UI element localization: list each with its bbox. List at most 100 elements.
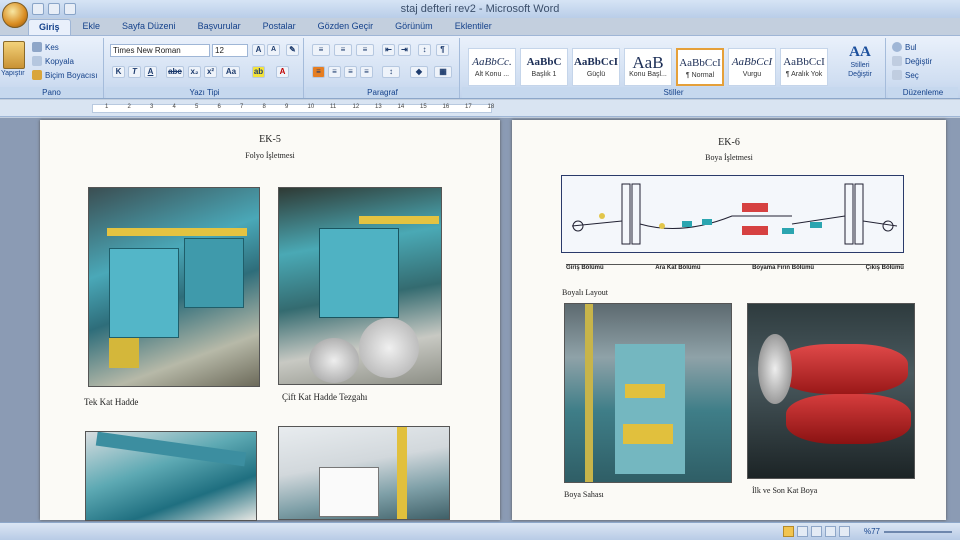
tab-addins[interactable]: Eklentiler (445, 19, 502, 35)
style-emphasis[interactable]: AaBbCcI Vurgu (728, 48, 776, 86)
caption-paint-coils: İlk ve Son Kat Boya (752, 486, 818, 495)
shrink-font-icon[interactable]: A (267, 44, 280, 56)
replace-label: Değiştir (905, 56, 933, 66)
ruler-number: 11 (330, 104, 337, 110)
photo-mill-bottom-left (85, 431, 257, 521)
office-button[interactable] (2, 2, 28, 28)
font-size-field[interactable]: 12 (212, 44, 248, 57)
increase-indent-icon[interactable]: ⇥ (398, 44, 411, 56)
page-left[interactable]: EK-5 Folyo İşletmesi Tek Kat Hadde Çift … (40, 120, 500, 521)
paste-icon[interactable] (3, 41, 25, 69)
justify-icon[interactable]: ≡ (360, 66, 373, 78)
ruler-number: 10 (307, 104, 315, 110)
window-title: staj defteri rev2 - Microsoft Word (400, 3, 560, 15)
brush-icon (32, 70, 42, 80)
tab-references[interactable]: Başvurular (188, 19, 251, 35)
change-styles-button[interactable]: AA Stilleri Değiştir (838, 44, 882, 88)
view-buttons (783, 526, 850, 537)
copy-button[interactable]: Kopyala (32, 56, 74, 66)
yellow-rail (107, 228, 247, 236)
change-case-icon[interactable]: Aa (222, 66, 240, 78)
clear-format-icon[interactable]: ✎ (286, 44, 299, 56)
select-label: Seç (905, 70, 919, 80)
cut-button[interactable]: Kes (32, 42, 59, 52)
document-area[interactable]: EK-5 Folyo İşletmesi Tek Kat Hadde Çift … (0, 118, 960, 522)
style-subtitle[interactable]: AaBbCc. Alt Konu ... (468, 48, 516, 86)
select-button[interactable]: Seç (892, 70, 919, 80)
redo-icon[interactable] (64, 3, 76, 15)
web-layout-icon[interactable] (811, 526, 822, 537)
paint-line-diagram (561, 175, 904, 253)
underline-icon[interactable]: A (144, 66, 157, 78)
yellow-pillar (397, 427, 407, 519)
save-icon[interactable] (32, 3, 44, 15)
bold-icon[interactable]: K (112, 66, 125, 78)
change-styles-icon: AA (849, 44, 871, 60)
tab-insert[interactable]: Ekle (73, 19, 111, 35)
line-spacing-icon[interactable]: ↕ (382, 66, 400, 78)
tab-view[interactable]: Görünüm (385, 19, 443, 35)
pilcrow-icon[interactable]: ¶ (436, 44, 449, 56)
machine-shape (319, 228, 399, 318)
style-title[interactable]: AaB Konu Başl... (624, 48, 672, 86)
machine-shape (184, 238, 244, 308)
undo-icon[interactable] (48, 3, 60, 15)
yellow-rail (359, 216, 439, 224)
red-coil (786, 394, 911, 444)
style-heading-1[interactable]: AaBbC Başlık 1 (520, 48, 568, 86)
outline-icon[interactable] (825, 526, 836, 537)
font-color-icon[interactable]: A (276, 66, 289, 78)
cut-label: Kes (45, 42, 59, 52)
zoom-level[interactable]: %77 (864, 527, 880, 536)
page-right[interactable]: EK-6 Boya İşletmesi Giriş Bölümü Ara Kat… (512, 120, 946, 520)
sort-icon[interactable]: ↕ (418, 44, 431, 56)
draft-icon[interactable] (839, 526, 850, 537)
italic-icon[interactable]: T (128, 66, 141, 78)
style-strong[interactable]: AaBbCcI Güçlü (572, 48, 620, 86)
align-left-icon[interactable]: ≡ (312, 66, 325, 78)
styles-group: AaBbCc. Alt Konu ... AaBbC Başlık 1 AaBbCc… (462, 38, 886, 98)
align-right-icon[interactable]: ≡ (344, 66, 357, 78)
ruler-number: 9 (285, 104, 289, 110)
tab-review[interactable]: Gözden Geçir (308, 19, 384, 35)
photo-double-rolling-mill (278, 187, 442, 385)
ruler-number: 6 (217, 104, 221, 110)
align-center-icon[interactable]: ≡ (328, 66, 341, 78)
highlight-icon[interactable]: ab (252, 66, 265, 78)
aluminum-coil (309, 338, 359, 383)
subscript-icon[interactable]: x₂ (188, 66, 201, 78)
change-styles-label: Stilleri Değiştir (848, 62, 872, 78)
zoom-slider[interactable] (884, 531, 952, 533)
tab-home[interactable]: Giriş (28, 19, 71, 35)
multilevel-list-icon[interactable]: ≡ (356, 44, 374, 56)
yellow-frame (109, 338, 139, 368)
superscript-icon[interactable]: x² (204, 66, 217, 78)
decrease-indent-icon[interactable]: ⇤ (382, 44, 395, 56)
style-sample: AaB (632, 53, 664, 72)
paste-button[interactable]: Yapıştır (1, 70, 25, 77)
style-normal[interactable]: AaBbCcI ¶ Normal (676, 48, 724, 86)
print-layout-icon[interactable] (783, 526, 794, 537)
borders-icon[interactable]: ▦ (434, 66, 452, 78)
numbering-icon[interactable]: ≡ (334, 44, 352, 56)
style-no-spacing[interactable]: AaBbCcI ¶ Aralık Yok (780, 48, 828, 86)
section-exit: Çıkış Bölümü (865, 265, 904, 271)
font-name-field[interactable]: Times New Roman (110, 44, 210, 57)
bullets-icon[interactable]: ≡ (312, 44, 330, 56)
title-bar: staj defteri rev2 - Microsoft Word (0, 0, 960, 18)
find-label: Bul (905, 42, 917, 52)
font-group-label: Yazı Tipi (106, 87, 303, 98)
strikethrough-icon[interactable]: abc (166, 66, 184, 78)
replace-button[interactable]: Değiştir (892, 56, 932, 66)
find-button[interactable]: Bul (892, 42, 917, 52)
photo-single-rolling-mill (88, 187, 260, 387)
full-screen-icon[interactable] (797, 526, 808, 537)
format-painter-button[interactable]: Biçim Boyacısı (32, 70, 97, 80)
tab-mailings[interactable]: Postalar (253, 19, 306, 35)
tab-page-layout[interactable]: Sayfa Düzeni (112, 19, 186, 35)
paragraph-group: ≡ ≡ ≡ ⇤ ⇥ ↕ ¶ ≡ ≡ ≡ ≡ ↕ ◆ ▦ Paragraf (306, 38, 460, 98)
horizontal-ruler[interactable]: 1 2 3 4 5 6 7 8 9 10 11 12 13 14 15 16 17 18 (0, 100, 960, 117)
grow-font-icon[interactable]: A (252, 44, 265, 56)
shading-icon[interactable]: ◆ (410, 66, 428, 78)
copy-icon (32, 56, 42, 66)
